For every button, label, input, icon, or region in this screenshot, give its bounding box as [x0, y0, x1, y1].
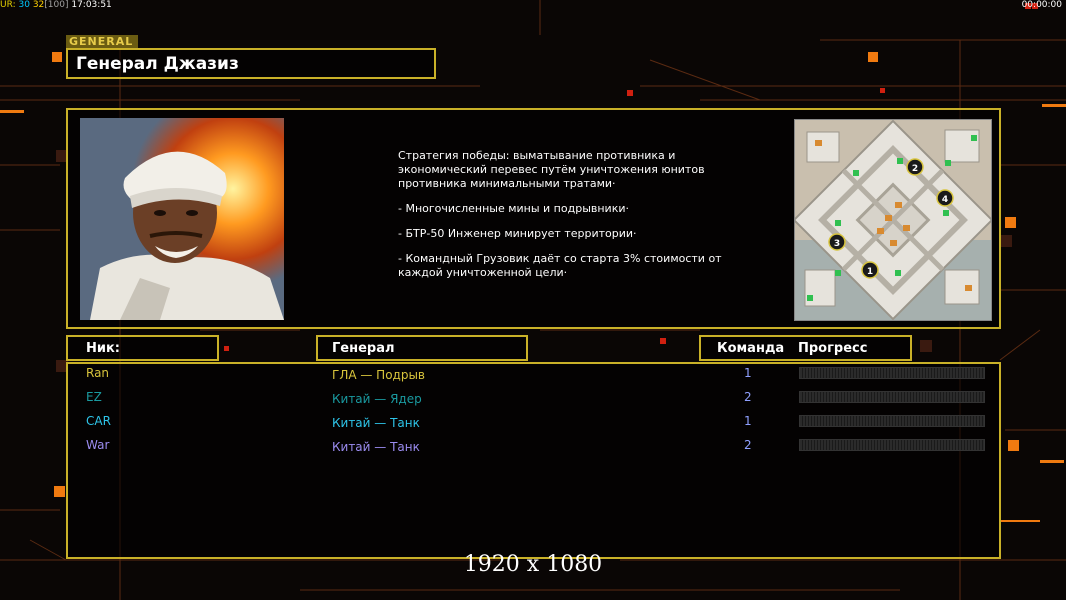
strategy-summary: Стратегия победы: выматывание противника… [398, 149, 705, 190]
general-tag: GENERAL [66, 35, 138, 49]
column-header-general: Генерал [316, 335, 528, 361]
player-progress-bar [799, 415, 985, 427]
column-header-nick: Ник: [66, 335, 219, 361]
player-progress-bar [799, 367, 985, 379]
strategy-description: Стратегия победы: выматывание противника… [398, 149, 738, 291]
player-general: Китай — Ядер [332, 392, 422, 406]
player-progress-bar [799, 439, 985, 451]
column-header-team-progress: Команда Прогресс [699, 335, 912, 361]
general-portrait [80, 118, 284, 320]
player-general: ГЛА — Подрыв [332, 368, 426, 382]
player-general: Китай — Танк [332, 416, 420, 430]
stat-value-2: 32 [32, 0, 45, 10]
player-team: 1 [744, 366, 752, 380]
spawn-label-4: 4 [942, 195, 948, 205]
clock-left: 17:03:51 [71, 0, 112, 10]
clock-right: 00:00:00 [1021, 0, 1062, 10]
top-status-bar: UR: 30 32[100] 17:03:51 [0, 0, 112, 12]
strategy-point-mines: - Многочисленные мины и подрывники· [398, 202, 629, 215]
spawn-label-1: 1 [867, 267, 873, 277]
column-team-label: Команда [717, 341, 785, 356]
strategy-point-truck: - Командный Грузовик даёт со старта 3% с… [398, 252, 722, 279]
ur-label: UR: [0, 0, 16, 10]
player-team: 2 [744, 390, 752, 404]
stat-value-1: 30 [18, 0, 30, 10]
player-team: 1 [744, 414, 752, 428]
player-progress-bar [799, 391, 985, 403]
player-nick: CAR [86, 414, 111, 428]
strategy-point-btr: - БТР-50 Инженер минирует территории· [398, 227, 637, 240]
column-nick-label: Ник: [86, 341, 121, 356]
player-nick: Ran [86, 366, 110, 380]
player-general: Китай — Танк [332, 440, 420, 454]
column-progress-label: Прогресс [798, 341, 868, 356]
general-title-box: Генерал Джазиз [66, 48, 436, 79]
column-general-label: Генерал [332, 341, 395, 356]
player-team: 2 [744, 438, 752, 452]
player-nick: War [86, 438, 110, 452]
resolution-caption: 1920 x 1080 [463, 552, 603, 577]
spawn-label-3: 3 [834, 239, 840, 249]
player-nick: EZ [86, 390, 102, 404]
spawn-label-2: 2 [912, 164, 918, 174]
minimap: 1 2 3 4 [794, 119, 992, 321]
general-title: Генерал Джазиз [76, 54, 239, 74]
stat-bracket: [100] [44, 0, 69, 10]
